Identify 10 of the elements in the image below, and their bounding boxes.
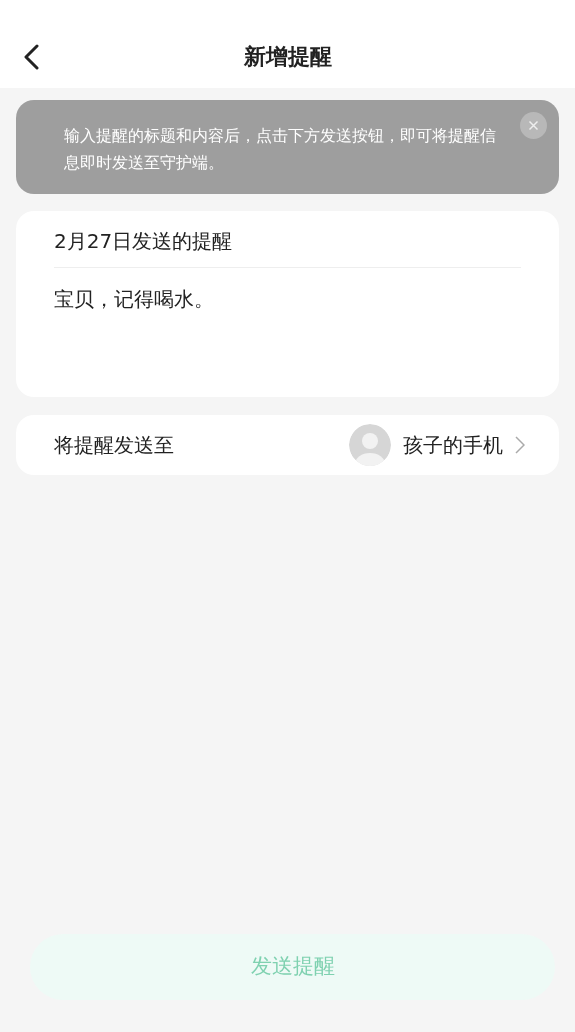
back-icon[interactable]	[22, 44, 40, 70]
device-name: 孩子的手机	[403, 432, 503, 459]
page-title: 新增提醒	[243, 42, 332, 71]
notice-text: 输入提醒的标题和内容后，点击下方发送按钮，即可将提醒信息即时发送至守护端。	[64, 125, 497, 174]
chevron-right-icon	[515, 436, 525, 454]
avatar-icon	[349, 424, 391, 466]
reminder-title-field[interactable]: 2月27日发送的提醒	[54, 211, 521, 268]
reminder-content-field[interactable]: 宝贝，记得喝水。	[54, 268, 521, 314]
recipient-label: 将提醒发送至	[54, 432, 175, 459]
recipient-row[interactable]: 将提醒发送至 孩子的手机	[16, 415, 559, 475]
